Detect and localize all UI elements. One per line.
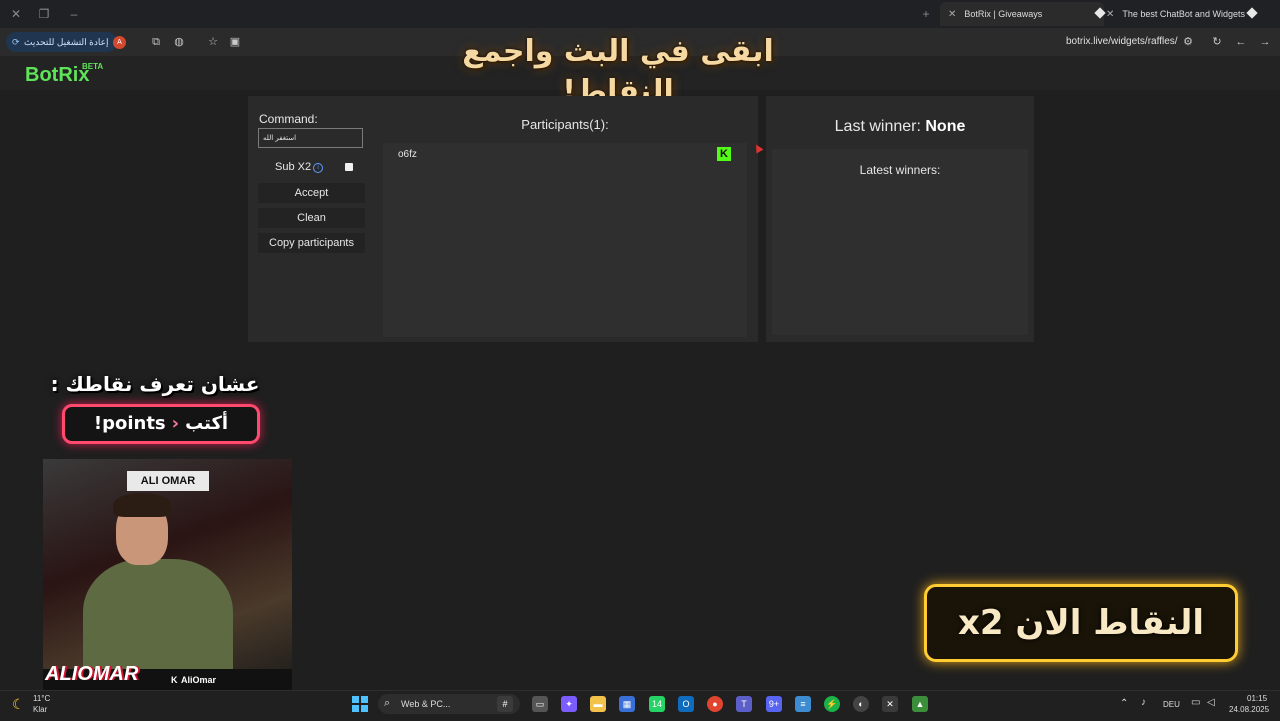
points-command-overlay: !points › أكتب [62,404,260,444]
last-winner-value: None [925,118,966,135]
forward-icon[interactable]: → [1258,35,1272,49]
participant-item[interactable]: o6fz [398,149,417,160]
participants-title: Participants(1): [521,117,609,132]
close-tab-icon[interactable]: ✕ [1106,9,1114,20]
botrix-logo[interactable]: BotRix [25,64,89,87]
volume-icon[interactable]: ◁ [1207,697,1215,708]
beta-badge: BETA [82,62,104,71]
sub-x2-label: Sub X2 [275,161,312,173]
clock-date[interactable]: 24.08.2025 [1229,705,1269,714]
bluestacks-icon[interactable]: ▲ [912,696,928,712]
notepad-icon[interactable]: ≡ [795,696,811,712]
clock-time[interactable]: 01:15 [1247,694,1267,703]
info-icon[interactable]: i [313,163,323,173]
points-hint-overlay: عشان تعرف نقاطك : [50,372,260,396]
tab-favicon-icon [1246,7,1258,19]
whatsapp-icon[interactable]: 14 [649,696,665,712]
tab-botrix-giveaways[interactable]: ✕ BotRix | Giveaways [940,2,1106,26]
clean-button[interactable]: Clean [258,208,365,228]
update-icon: ⟳ [12,37,20,47]
hashtag-app-icon[interactable]: # [497,696,513,712]
teams-icon[interactable]: T [736,696,752,712]
kick-platform-icon: K [717,147,731,161]
reload-icon[interactable]: ↻ [1210,35,1224,49]
latest-winners-label: Latest winners: [859,163,941,177]
tray-chevron-up-icon[interactable]: ⌃ [1120,698,1128,709]
command-input[interactable] [258,128,363,148]
browser-tab-bar: ✕ ❐ – + ✕ BotRix | Giveaways ✕ The best Ch… [0,0,1280,28]
chevron-icon: › [171,413,180,434]
channel-name: AliOmar [181,675,217,685]
aliomar-logo: ALIOMAR [45,663,139,685]
profile-avatar[interactable]: A [113,36,126,49]
copy-participants-button[interactable]: Copy participants [258,233,365,253]
task-view-icon[interactable]: ▭ [532,696,548,712]
tab-chatbot-widgets[interactable]: ✕ The best ChatBot and Widgets [1100,2,1258,26]
minimize-window-icon[interactable]: – [66,6,82,22]
microphone-icon[interactable]: ♪ [1141,697,1146,708]
windows-taskbar [0,690,1280,721]
weather-temperature: 11°C [33,694,51,703]
cast-icon[interactable]: ▣ [228,35,242,49]
restart-to-update-button[interactable]: ⟳ إعادة التشغيل للتحديث [6,32,117,52]
taskbar-search-placeholder: Web & PC... [401,699,451,709]
xbox-icon[interactable]: ✕ [882,696,898,712]
webcam-background-sign: ALI OMAR [127,471,209,491]
obs-icon[interactable]: ◐ [853,696,869,712]
accept-button[interactable]: Accept [258,183,365,203]
weather-description: Klar [33,705,48,714]
restore-window-icon[interactable]: ❐ [36,6,52,22]
back-icon[interactable]: ← [1234,35,1248,49]
search-icon: ⌕ [384,697,391,709]
site-settings-icon[interactable]: ⚙ [1181,35,1195,49]
kick-icon: K [171,675,178,685]
last-winner: Last winner: None [834,118,966,135]
moon-weather-icon[interactable]: ☾ [12,696,25,713]
file-explorer-icon[interactable]: ▬ [590,696,606,712]
windows-start-icon[interactable] [352,696,368,712]
outlook-icon[interactable]: O [678,696,694,712]
close-tab-icon[interactable]: ✕ [948,9,956,20]
copilot-icon[interactable]: ✦ [561,696,577,712]
new-tab-icon[interactable]: + [918,6,934,22]
points-x2-overlay: النقاط الان x2 [924,584,1238,662]
green-app-icon[interactable]: ⚡ [824,696,840,712]
sub-x2-checkbox[interactable] [345,163,353,171]
stream-top-banner: ابقى في البث واجمع النقاط! [462,34,774,109]
chrome-icon[interactable]: ● [707,696,723,712]
bookmark-star-icon[interactable]: ☆ [206,35,220,49]
store-icon[interactable]: ▦ [619,696,635,712]
globe-icon[interactable]: ◍ [172,35,186,49]
webcam-feed: ALI OMAR ALIOMAR K AliOmar [43,459,292,691]
extensions-icon[interactable]: ⧉ [149,35,163,49]
language-indicator[interactable]: DEU [1163,700,1180,709]
streamer-hair [113,493,171,517]
discord-icon[interactable]: 9+ [766,696,782,712]
network-icon[interactable]: ▭ [1191,697,1200,708]
participants-list [383,143,747,337]
close-window-icon[interactable]: ✕ [8,6,24,22]
command-label: Command: [259,112,318,126]
address-bar-url[interactable]: botrix.live/widgets/raffles/ [1066,36,1178,47]
